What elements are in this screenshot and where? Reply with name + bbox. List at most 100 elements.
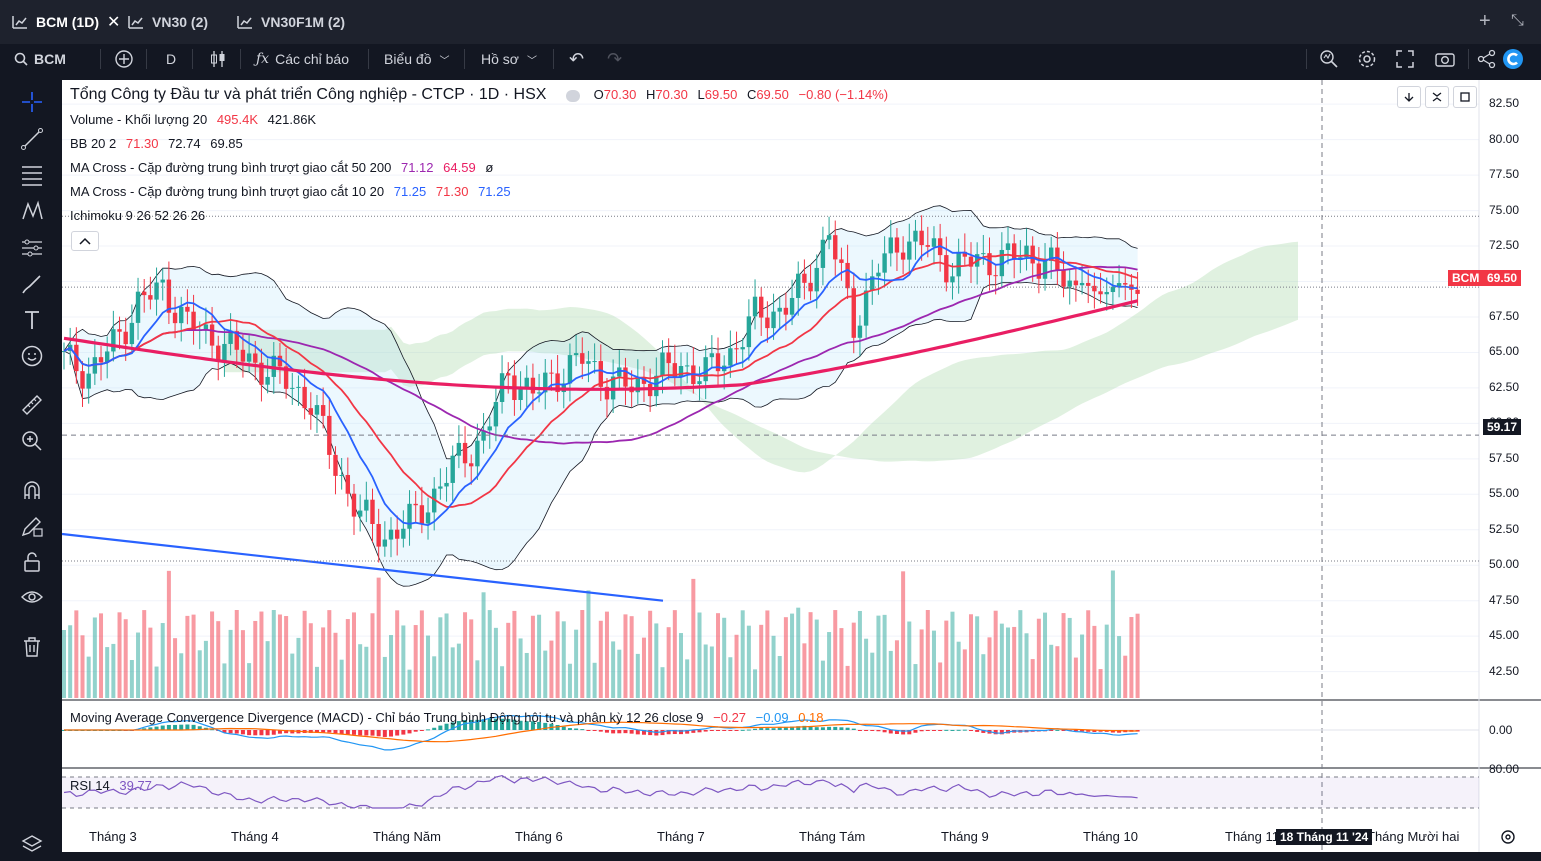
legend-ma-cross-50-200[interactable]: MA Cross - Cặp đường trung bình trượt gi… <box>70 160 499 175</box>
open-value: 70.30 <box>603 87 637 102</box>
tab-vn30f1m[interactable]: VN30F1M (2) <box>237 8 345 36</box>
divider <box>1468 49 1469 69</box>
last-price-tag: 69.50 <box>1483 270 1522 286</box>
redo-icon: ↷ <box>607 48 623 69</box>
candle-body <box>950 276 955 283</box>
volume-bar <box>759 624 764 698</box>
legend-ma-cross-10-20[interactable]: MA Cross - Cặp đường trung bình trượt gi… <box>70 184 517 199</box>
fullscreen-button[interactable] <box>1396 47 1414 71</box>
volume-bar <box>956 641 961 698</box>
candle-body <box>506 373 511 376</box>
pattern-tool[interactable] <box>18 197 46 225</box>
candle-body <box>728 348 733 366</box>
volume-bar <box>617 649 622 698</box>
volume-bar <box>284 616 289 698</box>
legend-rsi[interactable]: RSI 14 39.77 <box>70 778 158 793</box>
candle-body <box>592 361 597 363</box>
trendline-drawing <box>62 532 664 602</box>
gear-icon <box>1358 50 1376 68</box>
candle-body <box>863 290 869 326</box>
brand-logo[interactable] <box>1502 47 1524 71</box>
lock-drawings-tool[interactable] <box>18 512 46 540</box>
symbol-search[interactable]: BCM <box>14 47 66 71</box>
collapse-legend-button[interactable] <box>71 231 99 251</box>
compare-button[interactable] <box>114 47 134 71</box>
hide-legend-button[interactable] <box>566 89 581 102</box>
pane-collapse-button[interactable] <box>1425 86 1449 108</box>
minimize-icon[interactable]: ⤡ <box>1511 12 1524 30</box>
volume-bar <box>901 571 906 698</box>
chart-type-dropdown[interactable]: Biểu đồ ﹀ <box>384 47 449 71</box>
measure-tool[interactable] <box>18 391 46 419</box>
logo-icon <box>1503 49 1523 69</box>
candle-type-button[interactable] <box>208 47 228 71</box>
undo-button[interactable]: ↶ <box>569 47 584 71</box>
indicators-button[interactable]: ƒx Các chỉ báo <box>256 47 349 71</box>
emoji-tool[interactable] <box>18 342 46 370</box>
interval-label: D <box>166 51 177 67</box>
volume-bar <box>129 660 134 698</box>
trendline-tool[interactable] <box>18 125 46 153</box>
redo-button[interactable]: ↷ <box>607 47 622 71</box>
rsi-band <box>62 777 1479 808</box>
macd-hist-bar <box>617 730 622 734</box>
legend-ichimoku[interactable]: Ichimoku 9 26 52 26 26 <box>70 208 211 223</box>
candle-body <box>246 353 252 362</box>
volume-bar <box>629 616 634 698</box>
volume-bar <box>370 613 375 698</box>
volume-bar <box>382 656 387 698</box>
camera-button[interactable] <box>1434 47 1456 71</box>
volume-bar <box>376 577 381 698</box>
profile-dropdown[interactable]: Hồ sơ ﹀ <box>481 47 537 71</box>
legend-bb[interactable]: BB 20 2 71.30 72.74 69.85 <box>70 136 249 151</box>
macd-hist-bar <box>820 727 825 730</box>
candle-body <box>376 523 381 547</box>
legend-macd[interactable]: Moving Average Convergence Divergence (M… <box>70 710 830 725</box>
settings-button[interactable] <box>1357 47 1377 71</box>
candle-body <box>357 510 363 517</box>
volume-bar <box>574 629 579 698</box>
volume-bar <box>401 625 406 698</box>
candle-body <box>771 311 776 329</box>
pane-maximize-button[interactable] <box>1453 86 1477 108</box>
interval-button[interactable]: D <box>166 47 176 71</box>
remove-drawings-tool[interactable] <box>18 633 46 661</box>
tab-vn30[interactable]: VN30 (2) <box>128 8 208 36</box>
volume-bar <box>660 667 665 698</box>
lock-tool[interactable] <box>18 548 46 576</box>
share-button[interactable] <box>1477 47 1497 71</box>
zoom-tool[interactable] <box>18 427 46 455</box>
volume-bar <box>364 646 369 698</box>
fib-tool[interactable] <box>18 161 46 189</box>
volume-bar <box>493 627 498 698</box>
prediction-tool[interactable] <box>18 234 46 262</box>
macd-hist-bar <box>173 724 178 730</box>
pane-down-button[interactable] <box>1397 86 1421 108</box>
candle-body <box>833 235 838 260</box>
volume-bar <box>216 621 221 698</box>
volume-bar <box>191 614 196 698</box>
close-icon[interactable]: ✕ <box>107 12 120 32</box>
macd-hist-bar <box>160 725 165 730</box>
legend-volume[interactable]: Volume - Khối lượng 20 495.4K 421.86K <box>70 112 322 127</box>
object-tree-tool[interactable] <box>18 830 46 858</box>
volume-bar <box>351 612 356 698</box>
add-circle-icon <box>115 50 133 68</box>
volume-bar <box>1024 633 1029 698</box>
low-label: L <box>697 87 705 102</box>
volume-bar <box>820 660 825 698</box>
macd-hist-bar <box>333 730 338 734</box>
macd-hist-bar <box>765 728 770 730</box>
tab-bcm[interactable]: BCM (1D) ✕ <box>12 8 120 36</box>
macd-hist-bar <box>833 726 838 730</box>
add-tab-icon[interactable]: + <box>1479 10 1491 33</box>
brush-tool[interactable] <box>18 270 46 298</box>
candle-body <box>530 377 536 394</box>
crosshair-tool[interactable] <box>18 88 46 116</box>
magnet-tool[interactable] <box>18 476 46 504</box>
quick-search-button[interactable] <box>1319 47 1339 71</box>
candle-body <box>536 392 542 394</box>
visibility-tool[interactable] <box>18 583 46 611</box>
time-settings-button[interactable] <box>1500 829 1516 850</box>
text-tool[interactable] <box>18 306 46 334</box>
